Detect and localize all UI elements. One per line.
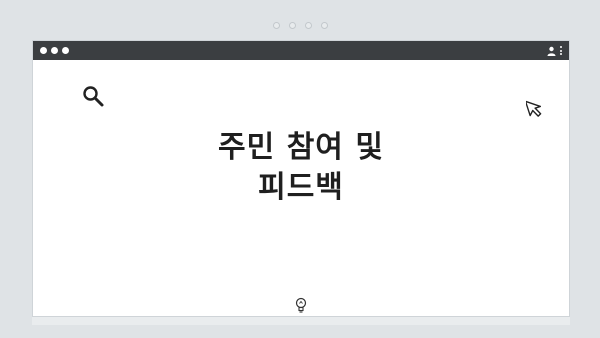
titlebar-actions	[547, 45, 563, 56]
outer-dot	[272, 22, 280, 29]
headline-line-1: 주민 참여 및	[218, 130, 384, 165]
kebab-menu-icon[interactable]	[559, 45, 563, 56]
window-content: 주민 참여 및 피드백	[33, 60, 569, 318]
cursor-arrow-icon	[526, 100, 542, 117]
window-control-dot[interactable]	[62, 47, 69, 54]
bottom-bar	[32, 317, 570, 325]
browser-window: 주민 참여 및 피드백	[32, 40, 570, 317]
outer-dot	[304, 22, 312, 29]
page-headline: 주민 참여 및 피드백	[33, 128, 569, 208]
window-control-dot[interactable]	[51, 47, 58, 54]
headline-line-2: 피드백	[258, 170, 344, 205]
user-icon[interactable]	[547, 46, 556, 56]
outer-pagination-dots	[0, 22, 600, 29]
search-icon	[83, 86, 104, 107]
window-controls	[40, 47, 69, 54]
outer-dot	[288, 22, 296, 29]
window-control-dot[interactable]	[40, 47, 47, 54]
outer-dot	[320, 22, 328, 29]
lightbulb-icon	[295, 297, 307, 313]
window-titlebar	[33, 41, 569, 60]
